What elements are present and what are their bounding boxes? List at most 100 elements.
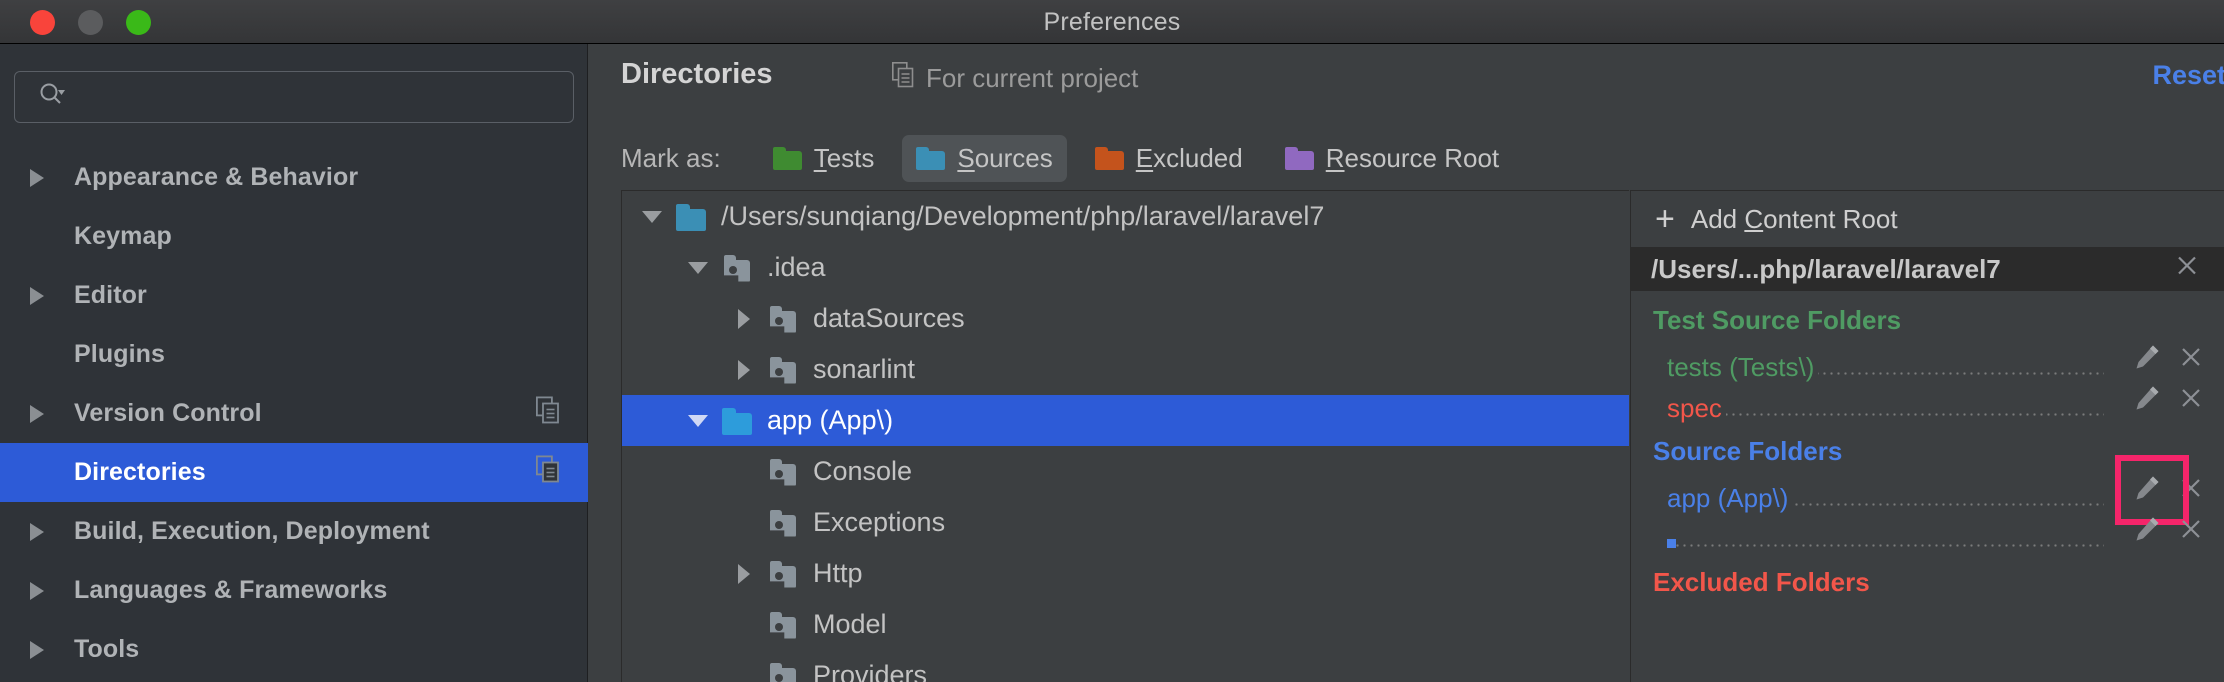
tree-node[interactable]: Exceptions (622, 497, 1629, 548)
tree-node-label: Exceptions (813, 507, 946, 537)
tree-node-label: sonarlint (813, 354, 916, 384)
sidebar-item-label: Editor (74, 281, 147, 309)
mark-as-sources[interactable]: Sources (902, 134, 1067, 182)
tree-node[interactable]: app (App\) (622, 395, 1629, 446)
expand-arrow-icon[interactable] (30, 640, 60, 659)
row-actions (2115, 455, 2204, 525)
sidebar-item-keymap[interactable]: Keymap (0, 207, 588, 266)
sidebar-item-appearance-behavior[interactable]: Appearance & Behavior (0, 148, 588, 207)
main-panel: Directories For current project Reset Ma… (589, 44, 2224, 682)
folder-module-icon (767, 662, 801, 682)
folder-row[interactable] (1631, 512, 2224, 553)
expand-arrow-icon[interactable] (629, 210, 675, 223)
pencil-icon[interactable] (2132, 383, 2162, 420)
close-icon[interactable] (2178, 475, 2204, 508)
sidebar-item-tools[interactable]: Tools (0, 620, 588, 679)
tree-node[interactable]: Console (622, 446, 1629, 497)
tree-node[interactable]: Model (622, 599, 1629, 650)
expand-arrow-icon[interactable] (675, 261, 721, 274)
expand-arrow-icon[interactable] (30, 522, 60, 541)
mark-as-excluded[interactable]: Excluded (1081, 135, 1257, 182)
sidebar-item-label: Plugins (74, 340, 165, 368)
mark-as-toolbar: Mark as: Tests Sources Excluded Resource Ro… (589, 130, 2224, 186)
directory-tree: /Users/sunqiang/Development/php/laravel/… (621, 190, 1629, 682)
window-title: Preferences (1043, 7, 1181, 36)
tree-node[interactable]: dataSources (622, 293, 1629, 344)
tree-node-label: .idea (767, 252, 826, 282)
reset-button[interactable]: Reset (2152, 60, 2224, 91)
expand-arrow-icon[interactable] (721, 308, 767, 329)
folder-icon (916, 146, 946, 170)
folder-module-icon (767, 458, 801, 486)
folder-sections: Test Source Folders tests (Tests\) spec Sou… (1631, 291, 2224, 602)
tree-node[interactable]: .idea (622, 242, 1629, 293)
sidebar-item-label: Tools (74, 635, 140, 663)
mark-as-resource-root[interactable]: Resource Root (1271, 135, 1513, 182)
tree-node-label: /Users/sunqiang/Development/php/laravel/… (721, 201, 1325, 231)
folder-module-icon (767, 305, 801, 333)
expand-arrow-icon[interactable] (30, 168, 60, 187)
folder-dot-marker (1667, 539, 1676, 548)
search-input[interactable] (71, 84, 573, 110)
folder-name: app (App\) (1667, 484, 1793, 512)
row-actions (2132, 342, 2204, 379)
sidebar-item-editor[interactable]: Editor (0, 266, 588, 325)
close-icon[interactable] (2178, 385, 2204, 418)
settings-sidebar: Appearance & Behavior Keymap Editor Plugins… (0, 44, 588, 682)
sidebar-item-label: Keymap (74, 222, 172, 250)
search-field-wrapper (14, 71, 574, 123)
pencil-icon[interactable] (2132, 514, 2162, 551)
mark-as-button-group: Tests Sources Excluded Resource Root (759, 134, 1527, 182)
leader-dots (1667, 544, 2104, 547)
tree-node[interactable]: sonarlint (622, 344, 1629, 395)
expand-arrow-icon[interactable] (30, 581, 60, 600)
pencil-icon[interactable] (2132, 342, 2162, 379)
sidebar-item-version-control[interactable]: Version Control (0, 384, 588, 443)
folder-module-icon (767, 560, 801, 588)
folder-row[interactable]: app (App\) (1631, 455, 2224, 525)
tree-node[interactable]: Providers (622, 650, 1629, 682)
tree-node-label: Model (813, 609, 887, 639)
expand-arrow-icon[interactable] (675, 414, 721, 427)
row-actions (2132, 383, 2204, 420)
content-root-row[interactable]: /Users/...php/laravel/laravel7 (1631, 247, 2224, 291)
sidebar-item-languages-frameworks[interactable]: Languages & Frameworks (0, 561, 588, 620)
sidebar-item-plugins[interactable]: Plugins (0, 325, 588, 384)
copy-icon (535, 395, 562, 431)
close-icon[interactable] (2178, 516, 2204, 549)
expand-arrow-icon[interactable] (721, 563, 767, 584)
tree-node[interactable]: /Users/sunqiang/Development/php/laravel/… (622, 191, 1629, 242)
mark-as-label-text: Resource Root (1325, 142, 1500, 173)
folder-module-icon (721, 254, 755, 282)
sidebar-item-build-execution-deployment[interactable]: Build, Execution, Deployment (0, 502, 588, 561)
mark-as-label: Mark as: (621, 142, 721, 173)
folder-source-icon (721, 407, 755, 435)
folder-name: spec (1667, 394, 1726, 422)
tree-node-label: Console (813, 456, 913, 486)
tree-node-label: app (App\) (767, 405, 894, 435)
mark-as-label-text: Sources (957, 142, 1053, 173)
expand-arrow-icon[interactable] (30, 286, 60, 305)
folder-icon (772, 146, 802, 170)
folder-row[interactable]: tests (Tests\) (1631, 340, 2224, 381)
folder-module-icon (767, 611, 801, 639)
expand-arrow-icon[interactable] (30, 404, 60, 423)
page-title: Directories (621, 58, 773, 90)
sidebar-item-label: Languages & Frameworks (74, 576, 388, 604)
folder-row[interactable]: spec (1631, 381, 2224, 422)
mark-as-label-text: Tests (813, 142, 875, 173)
pencil-icon[interactable] (2115, 455, 2189, 525)
close-icon[interactable] (2178, 344, 2204, 377)
copy-icon (892, 62, 916, 95)
close-icon[interactable] (2174, 253, 2200, 286)
expand-arrow-icon[interactable] (721, 359, 767, 380)
tree-node[interactable]: Http (622, 548, 1629, 599)
mark-as-tests[interactable]: Tests (759, 135, 889, 182)
section-header: Source Folders (1653, 436, 1843, 466)
sidebar-item-directories[interactable]: Directories (0, 443, 588, 502)
search-box[interactable] (14, 71, 574, 123)
add-content-root-button[interactable]: + Add Content Root (1631, 191, 2224, 247)
leader-dots (1667, 413, 2104, 416)
copy-icon (535, 454, 562, 490)
mark-as-label-text: Excluded (1135, 142, 1243, 173)
